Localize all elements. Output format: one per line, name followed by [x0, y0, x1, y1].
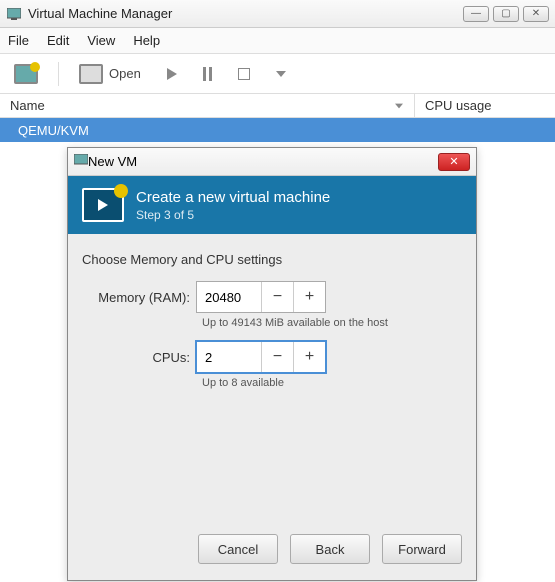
menubar: File Edit View Help — [0, 28, 555, 54]
back-button[interactable]: Back — [290, 534, 370, 564]
memory-input[interactable] — [197, 282, 261, 312]
run-button[interactable] — [161, 64, 183, 84]
list-item[interactable]: QEMU/KVM — [0, 118, 555, 142]
open-button[interactable]: Open — [73, 60, 147, 88]
memory-increment[interactable]: + — [293, 282, 325, 312]
dialog-icon — [74, 154, 88, 169]
sort-icon — [395, 103, 403, 108]
new-vm-icon — [14, 64, 38, 84]
column-name-label: Name — [10, 98, 45, 113]
close-window-button[interactable]: ✕ — [523, 6, 549, 22]
monitor-icon — [79, 64, 103, 84]
cpu-hint: Up to 8 available — [202, 377, 462, 389]
play-icon — [167, 68, 177, 80]
minimize-button[interactable]: — — [463, 6, 489, 22]
dialog-body: Choose Memory and CPU settings Memory (R… — [68, 234, 476, 524]
wizard-title: Create a new virtual machine — [136, 189, 330, 206]
menu-file[interactable]: File — [8, 33, 29, 48]
wizard-icon — [82, 188, 124, 222]
menu-view[interactable]: View — [87, 33, 115, 48]
menu-edit[interactable]: Edit — [47, 33, 69, 48]
memory-label: Memory (RAM): — [82, 290, 196, 305]
list-header: Name CPU usage — [0, 94, 555, 118]
chevron-down-icon — [276, 71, 286, 77]
dialog-title: New VM — [88, 154, 137, 169]
stop-icon — [238, 68, 250, 80]
memory-spinner: − + — [196, 281, 326, 313]
forward-button[interactable]: Forward — [382, 534, 462, 564]
memory-hint: Up to 49143 MiB available on the host — [202, 317, 462, 329]
dialog-close-button[interactable]: ✕ — [438, 153, 470, 171]
dialog-titlebar: New VM ✕ — [68, 148, 476, 176]
new-vm-dialog: New VM ✕ Create a new virtual machine St… — [67, 147, 477, 581]
cpu-increment[interactable]: + — [293, 342, 325, 372]
toolbar: Open — [0, 54, 555, 94]
toolbar-separator — [58, 62, 59, 86]
cpu-decrement[interactable]: − — [261, 342, 293, 372]
wizard-step: Step 3 of 5 — [136, 208, 330, 222]
memory-decrement[interactable]: − — [261, 282, 293, 312]
window-title: Virtual Machine Manager — [28, 6, 463, 21]
dialog-footer: Cancel Back Forward — [68, 524, 476, 580]
shutdown-menu-button[interactable] — [270, 67, 292, 81]
pause-button[interactable] — [197, 63, 218, 85]
column-name[interactable]: Name — [0, 94, 415, 117]
column-cpu-label: CPU usage — [425, 98, 491, 113]
column-cpu[interactable]: CPU usage — [415, 94, 555, 117]
maximize-button[interactable]: ▢ — [493, 6, 519, 22]
new-vm-button[interactable] — [8, 60, 44, 88]
section-title: Choose Memory and CPU settings — [82, 252, 462, 267]
open-label: Open — [109, 66, 141, 81]
wizard-header: Create a new virtual machine Step 3 of 5 — [68, 176, 476, 234]
menu-help[interactable]: Help — [133, 33, 160, 48]
list-item-label: QEMU/KVM — [18, 123, 89, 138]
cpu-input[interactable] — [197, 342, 261, 372]
app-icon — [6, 6, 22, 22]
cpu-spinner: − + — [196, 341, 326, 373]
pause-icon — [203, 67, 212, 81]
cancel-button[interactable]: Cancel — [198, 534, 278, 564]
main-titlebar: Virtual Machine Manager — ▢ ✕ — [0, 0, 555, 28]
shutdown-button[interactable] — [232, 64, 256, 84]
cpu-label: CPUs: — [82, 350, 196, 365]
